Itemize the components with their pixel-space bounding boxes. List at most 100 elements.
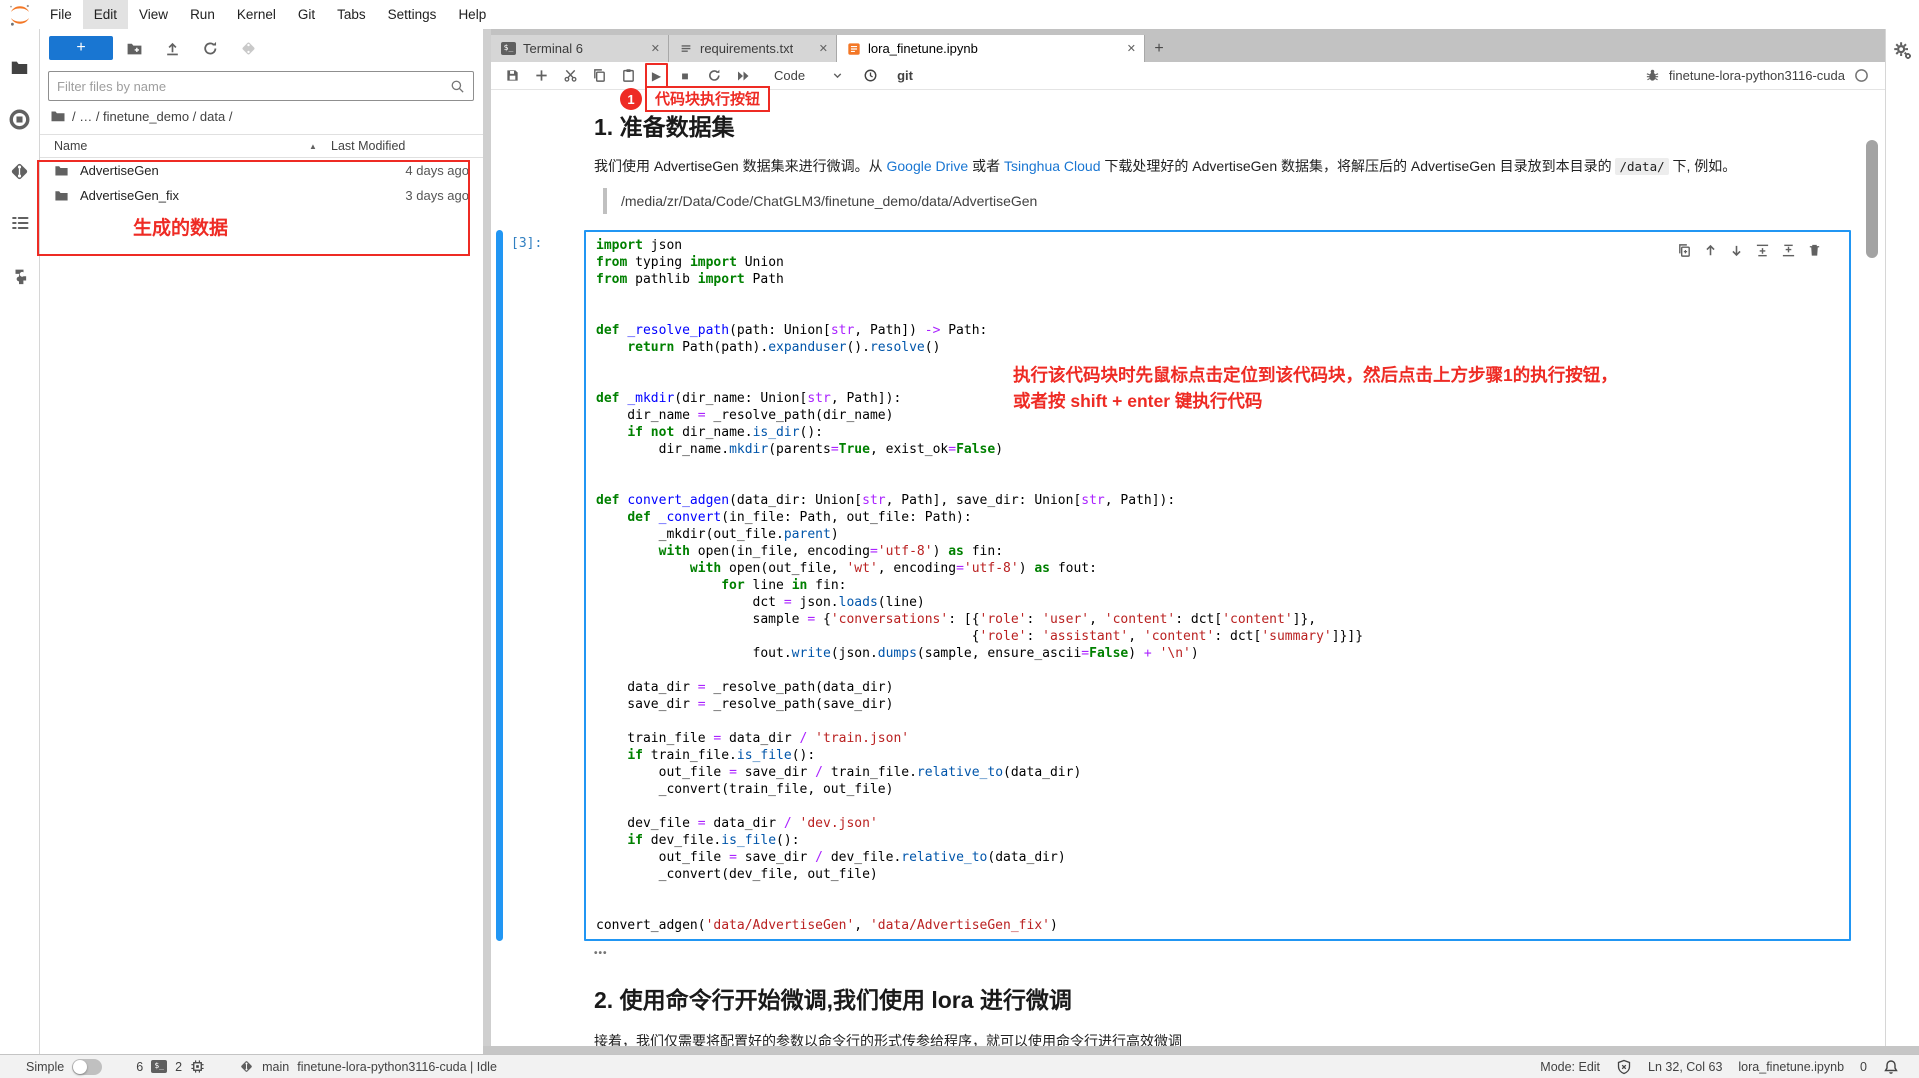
insert-cell-above-icon[interactable] [1755, 243, 1770, 258]
cell-collapser[interactable] [496, 230, 503, 941]
code-line[interactable]: if not dir_name.is_dir(): [596, 424, 1839, 441]
code-line[interactable]: _convert(train_file, out_file) [596, 781, 1839, 798]
insert-cell-below-icon[interactable] [1781, 243, 1796, 258]
cut-cells-button[interactable] [558, 64, 582, 88]
code-line[interactable]: from typing import Union [596, 254, 1839, 271]
code-line[interactable] [596, 900, 1839, 917]
code-line[interactable] [596, 883, 1839, 900]
close-icon[interactable]: ✕ [641, 42, 660, 55]
cell-type-dropdown[interactable]: Code [774, 68, 844, 83]
code-cell-editor[interactable]: import jsonfrom typing import Unionfrom … [584, 230, 1851, 941]
trust-shield-icon[interactable] [1616, 1059, 1632, 1075]
code-lines[interactable]: import jsonfrom typing import Unionfrom … [586, 232, 1849, 939]
restart-kernel-button[interactable] [702, 64, 726, 88]
code-line[interactable]: def _resolve_path(path: Union[str, Path]… [596, 322, 1839, 339]
property-inspector-gears-icon[interactable] [1893, 41, 1913, 61]
editor-mode[interactable]: Mode: Edit [1540, 1060, 1600, 1074]
code-line[interactable]: def convert_adgen(data_dir: Union[str, P… [596, 492, 1839, 509]
notifications-count[interactable]: 0 [1860, 1060, 1867, 1074]
cursor-position[interactable]: Ln 32, Col 63 [1648, 1060, 1722, 1074]
file-browser-icon[interactable] [0, 41, 40, 93]
code-line[interactable]: with open(out_file, 'wt', encoding='utf-… [596, 560, 1839, 577]
refresh-button[interactable] [193, 34, 227, 62]
notebook-scrollbar[interactable] [1866, 140, 1878, 258]
kernel-name[interactable]: finetune-lora-python3116-cuda [1669, 68, 1845, 83]
menu-file[interactable]: File [39, 0, 83, 29]
git-clone-button[interactable] [231, 34, 265, 62]
code-line[interactable]: if train_file.is_file(): [596, 747, 1839, 764]
code-line[interactable] [596, 713, 1839, 730]
running-kernels-icon[interactable] [0, 93, 40, 145]
interrupt-kernel-button[interactable]: ■ [673, 64, 697, 88]
menu-tabs[interactable]: Tabs [326, 0, 377, 29]
git-toolbar-label[interactable]: git [897, 68, 913, 83]
menu-help[interactable]: Help [447, 0, 497, 29]
kernel-status-text[interactable]: finetune-lora-python3116-cuda | Idle [297, 1060, 497, 1074]
code-line[interactable]: out_file = save_dir / train_file.relativ… [596, 764, 1839, 781]
menu-kernel[interactable]: Kernel [226, 0, 287, 29]
code-line[interactable]: sample = {'conversations': [{'role': 'us… [596, 611, 1839, 628]
breadcrumb-path[interactable]: / … / finetune_demo / data / [72, 109, 232, 124]
code-line[interactable]: if dev_file.is_file(): [596, 832, 1839, 849]
tab-terminal-6[interactable]: $_Terminal 6✕ [491, 35, 669, 62]
extension-manager-icon[interactable] [0, 249, 40, 301]
sort-arrow-icon[interactable]: ▲ [309, 142, 331, 151]
code-line[interactable]: dct = json.loads(line) [596, 594, 1839, 611]
code-line[interactable]: return Path(path).expanduser().resolve() [596, 339, 1839, 356]
code-line[interactable]: def _convert(in_file: Path, out_file: Pa… [596, 509, 1839, 526]
close-icon[interactable]: ✕ [1117, 42, 1136, 55]
kernels-count[interactable]: 2 [175, 1060, 182, 1074]
copy-cells-button[interactable] [587, 64, 611, 88]
run-cell-button[interactable]: ▶ [645, 63, 668, 88]
home-folder-icon[interactable] [50, 108, 66, 124]
code-line[interactable]: _mkdir(out_file.parent) [596, 526, 1839, 543]
panel-resize-handle[interactable] [483, 29, 491, 1054]
tab-label[interactable]: Terminal 6 [523, 41, 583, 56]
code-cell[interactable]: [3]: import jsonfrom typing import Union… [496, 230, 1885, 941]
menu-view[interactable]: View [128, 0, 179, 29]
paste-cells-button[interactable] [616, 64, 640, 88]
code-line[interactable]: dev_file = data_dir / 'dev.json' [596, 815, 1839, 832]
simple-mode-toggle[interactable] [72, 1059, 102, 1075]
restart-run-all-button[interactable] [731, 64, 755, 88]
code-line[interactable]: from pathlib import Path [596, 271, 1839, 288]
upload-button[interactable] [155, 34, 189, 62]
new-tab-button[interactable]: + [1145, 35, 1173, 62]
code-line[interactable]: for line in fin: [596, 577, 1839, 594]
delete-cell-icon[interactable] [1807, 243, 1822, 258]
history-icon[interactable] [858, 64, 882, 88]
menu-edit[interactable]: Edit [83, 0, 128, 29]
table-of-contents-icon[interactable] [0, 197, 40, 249]
code-line[interactable] [596, 798, 1839, 815]
code-line[interactable]: data_dir = _resolve_path(data_dir) [596, 679, 1839, 696]
move-cell-up-icon[interactable] [1703, 243, 1718, 258]
code-line[interactable] [596, 662, 1839, 679]
code-line[interactable]: import json [596, 237, 1839, 254]
code-line[interactable]: _convert(dev_file, out_file) [596, 866, 1839, 883]
git-branch-name[interactable]: main [262, 1060, 289, 1074]
code-line[interactable] [596, 288, 1839, 305]
code-line[interactable]: train_file = data_dir / 'train.json' [596, 730, 1839, 747]
debugger-bug-icon[interactable] [1645, 68, 1660, 83]
duplicate-cell-icon[interactable] [1677, 243, 1692, 258]
tab-label[interactable]: requirements.txt [700, 41, 793, 56]
breadcrumb[interactable]: / … / finetune_demo / data / [40, 101, 483, 131]
save-button[interactable] [500, 64, 524, 88]
git-sidebar-icon[interactable] [0, 145, 40, 197]
markdown-link[interactable]: Google Drive [887, 158, 969, 174]
column-last-modified[interactable]: Last Modified [331, 139, 483, 153]
markdown-link[interactable]: Tsinghua Cloud [1004, 158, 1101, 174]
kernel-status-icon[interactable] [1854, 68, 1869, 83]
move-cell-down-icon[interactable] [1729, 243, 1744, 258]
collapsed-output-indicator[interactable]: ••• [594, 948, 1885, 959]
code-line[interactable]: with open(in_file, encoding='utf-8') as … [596, 543, 1839, 560]
new-launcher-button[interactable]: + [49, 36, 113, 60]
column-name[interactable]: Name [40, 139, 309, 153]
bell-icon[interactable] [1883, 1059, 1899, 1075]
menu-run[interactable]: Run [179, 0, 226, 29]
menu-settings[interactable]: Settings [377, 0, 448, 29]
menu-git[interactable]: Git [287, 0, 326, 29]
insert-cell-button[interactable] [529, 64, 553, 88]
code-line[interactable]: dir_name.mkdir(parents=True, exist_ok=Fa… [596, 441, 1839, 458]
code-line[interactable]: fout.write(json.dumps(sample, ensure_asc… [596, 645, 1839, 662]
